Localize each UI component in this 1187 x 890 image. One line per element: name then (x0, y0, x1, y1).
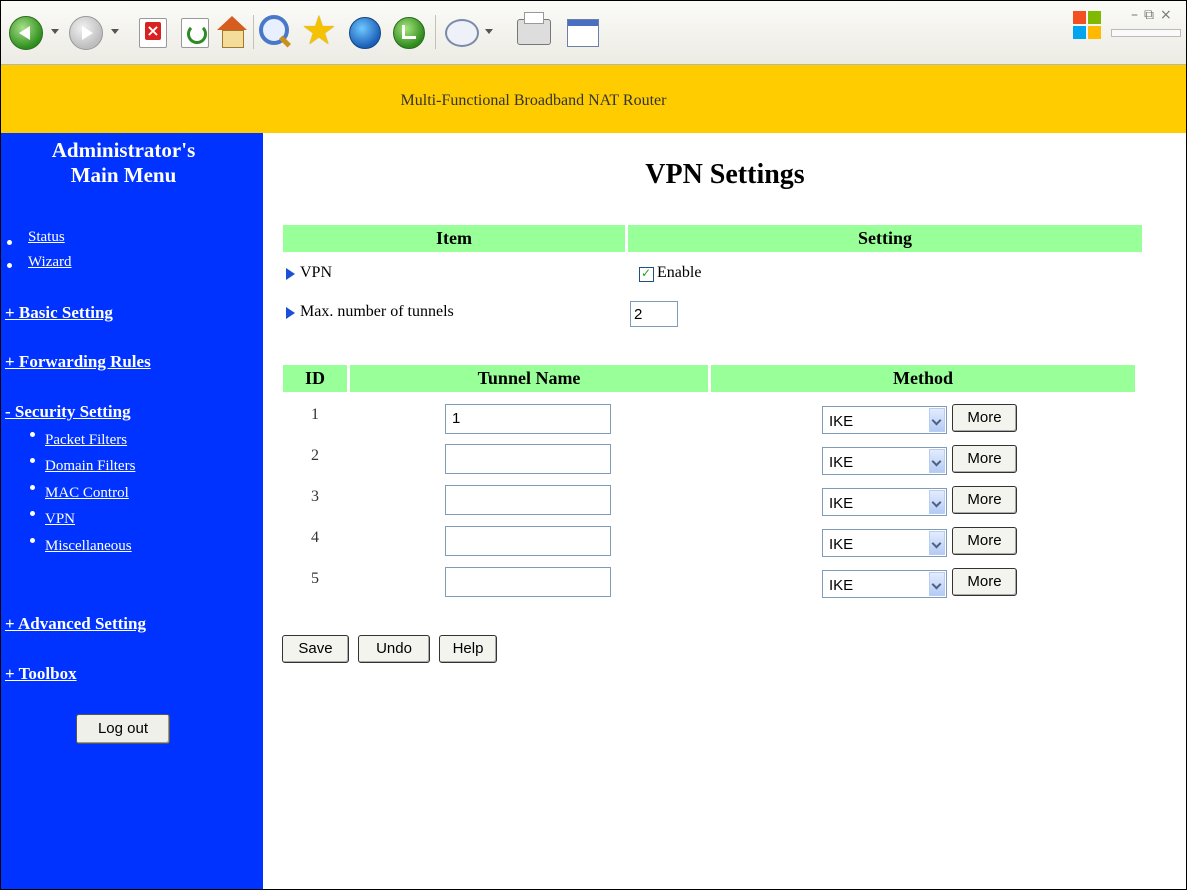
method-value: IKE (829, 577, 854, 594)
vpn-label: VPN (300, 264, 333, 281)
method-select[interactable]: IKE (822, 406, 947, 434)
chevron-down-icon[interactable] (929, 449, 945, 473)
chevron-down-icon[interactable] (929, 531, 945, 555)
back-dropdown-icon[interactable] (51, 29, 59, 34)
media-icon[interactable] (349, 17, 381, 49)
method-value: IKE (829, 454, 854, 471)
toolbar-separator (435, 15, 436, 49)
menu-title-line1: Administrator's (51, 138, 196, 162)
sidebar-item-packet-filters[interactable]: Packet Filters (45, 432, 127, 449)
method-value: IKE (829, 413, 854, 430)
tunnel-id: 3 (311, 488, 319, 505)
menu-title-line2: Main Menu (70, 163, 177, 187)
header-setting: Setting (628, 225, 1142, 252)
tunnel-name-input[interactable] (445, 444, 611, 474)
more-button[interactable]: More (952, 527, 1017, 555)
help-button[interactable]: Help (439, 635, 497, 663)
save-button[interactable]: Save (282, 635, 349, 663)
sidebar-item-miscellaneous[interactable]: Miscellaneous (45, 538, 132, 555)
sidebar-section-basic[interactable]: + Basic Setting (5, 303, 113, 323)
sidebar-link-status[interactable]: Status (28, 229, 65, 246)
home-icon[interactable] (217, 16, 247, 48)
edit-icon[interactable] (567, 19, 599, 47)
sidebar-item-vpn[interactable]: VPN (45, 511, 75, 528)
more-button[interactable]: More (952, 404, 1017, 432)
tunnel-name-input[interactable] (445, 485, 611, 515)
window-controls[interactable]: –⧉× (1131, 7, 1178, 23)
vpn-enable-label: Enable (657, 264, 702, 281)
arrow-icon (286, 268, 295, 280)
max-tunnels-label: Max. number of tunnels (300, 303, 454, 320)
router-banner: Multi-Functional Broadband NAT Router (1, 65, 1186, 133)
tunnel-id: 2 (311, 447, 319, 464)
tunnel-id: 1 (311, 406, 319, 423)
max-tunnels-input[interactable]: 2 (630, 301, 678, 327)
bullet-icon (30, 538, 35, 543)
favorites-icon[interactable]: ★ (301, 9, 337, 53)
throbber-bar (1111, 29, 1181, 37)
stop-icon[interactable] (139, 18, 167, 48)
sidebar-link-wizard[interactable]: Wizard (28, 254, 72, 271)
tunnel-id: 4 (311, 529, 319, 546)
mail-dropdown-icon[interactable] (485, 29, 493, 34)
method-select[interactable]: IKE (822, 529, 947, 557)
back-icon[interactable] (9, 16, 43, 50)
search-icon[interactable] (259, 15, 289, 45)
browser-toolbar: ★ –⧉× (1, 1, 1186, 65)
sidebar-section-advanced[interactable]: + Advanced Setting (5, 614, 146, 634)
history-icon[interactable] (393, 17, 425, 49)
bullet-icon (30, 432, 35, 437)
method-select[interactable]: IKE (822, 488, 947, 516)
page-title: VPN Settings (645, 159, 805, 190)
tunnel-name-input[interactable]: 1 (445, 404, 611, 434)
bullet-icon (30, 511, 35, 516)
bullet-icon (7, 263, 12, 268)
chevron-down-icon[interactable] (929, 490, 945, 514)
vpn-enable-checkbox[interactable] (639, 265, 654, 282)
method-select[interactable]: IKE (822, 447, 947, 475)
method-value: IKE (829, 536, 854, 553)
logout-button[interactable]: Log out (76, 714, 170, 744)
undo-button[interactable]: Undo (358, 635, 430, 663)
chevron-down-icon[interactable] (929, 408, 945, 432)
refresh-icon[interactable] (181, 18, 209, 48)
toolbar-separator (253, 15, 254, 49)
print-icon[interactable] (517, 12, 551, 45)
header-method: Method (711, 365, 1135, 392)
method-value: IKE (829, 495, 854, 512)
header-tunnel-name: Tunnel Name (350, 365, 708, 392)
method-select[interactable]: IKE (822, 570, 947, 598)
more-button[interactable]: More (952, 486, 1017, 514)
sidebar-item-domain-filters[interactable]: Domain Filters (45, 458, 135, 475)
bullet-icon (7, 240, 12, 245)
tunnel-id: 5 (311, 570, 319, 587)
menu-title: Administrator's Main Menu (1, 138, 246, 188)
tunnel-name-input[interactable] (445, 526, 611, 556)
sidebar-section-forwarding[interactable]: + Forwarding Rules (5, 352, 151, 372)
windows-logo-icon (1073, 11, 1103, 41)
more-button[interactable]: More (952, 445, 1017, 473)
bullet-icon (30, 458, 35, 463)
sidebar-item-mac-control[interactable]: MAC Control (45, 485, 129, 502)
more-button[interactable]: More (952, 568, 1017, 596)
header-item: Item (283, 225, 625, 252)
forward-icon[interactable] (69, 16, 103, 50)
admin-sidebar: Administrator's Main Menu Status Wizard … (1, 133, 263, 889)
banner-title: Multi-Functional Broadband NAT Router (400, 92, 667, 109)
forward-dropdown-icon[interactable] (111, 29, 119, 34)
tunnel-name-input[interactable] (445, 567, 611, 597)
arrow-icon (286, 307, 295, 319)
sidebar-section-toolbox[interactable]: + Toolbox (5, 664, 77, 684)
browser-window: ★ –⧉× Multi-Functional Broadband NAT Rou… (0, 0, 1187, 890)
sidebar-section-security[interactable]: - Security Setting (5, 402, 131, 422)
header-id: ID (283, 365, 347, 392)
chevron-down-icon[interactable] (929, 572, 945, 596)
mail-icon[interactable] (445, 19, 479, 47)
bullet-icon (30, 485, 35, 490)
